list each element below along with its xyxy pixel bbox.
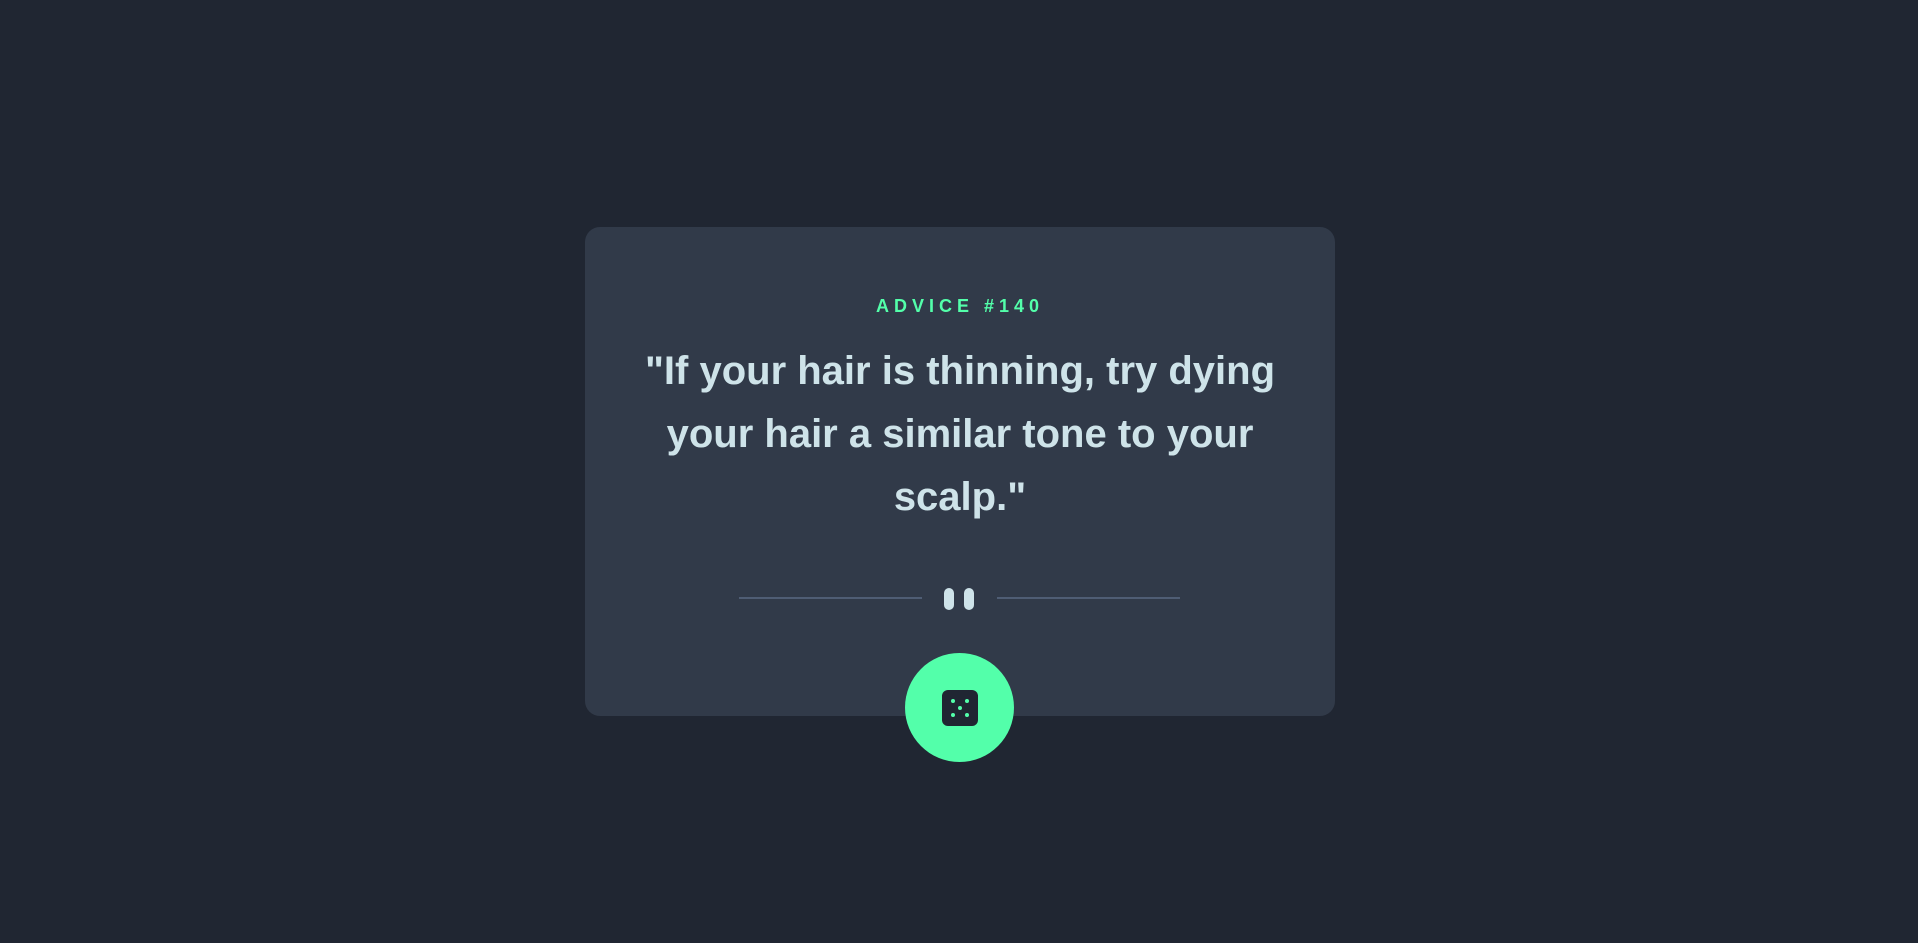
divider-line-left — [739, 597, 922, 599]
advice-card: ADVICE #140 "If your hair is thinning, t… — [585, 227, 1335, 716]
generate-advice-button[interactable] — [905, 653, 1014, 762]
dice-icon — [942, 690, 978, 726]
pause-icon — [944, 583, 976, 613]
divider-line-right — [997, 597, 1180, 599]
divider — [739, 583, 1180, 613]
advice-quote: "If your hair is thinning, try dying you… — [644, 349, 1276, 519]
advice-id: ADVICE #140 — [875, 296, 1045, 316]
